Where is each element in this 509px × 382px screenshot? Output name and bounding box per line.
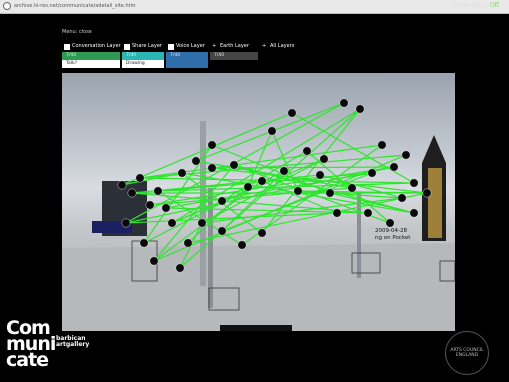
checkbox-icon[interactable]	[124, 43, 130, 50]
sublist-item	[166, 60, 208, 68]
address-url[interactable]: archive.hi-res.net/communicate/adetail_s…	[14, 1, 135, 12]
graph-node[interactable]	[167, 218, 177, 228]
graph-node[interactable]	[197, 218, 207, 228]
arts-council-logo: ARTS COUNCIL ENGLAND	[445, 331, 489, 375]
graph-node[interactable]	[347, 183, 357, 193]
truncation-toggle[interactable]: Truncation: Off	[453, 2, 499, 9]
graph-node[interactable]	[397, 193, 407, 203]
graph-node[interactable]	[377, 140, 387, 150]
graph-node[interactable]	[302, 146, 312, 156]
voice-sublist: 7/40	[166, 52, 208, 68]
tab-earth-layer[interactable]: + Earth Layer	[210, 42, 258, 51]
truncation-label: Truncation:	[452, 2, 488, 9]
scene-graphics	[62, 98, 455, 331]
graph-node[interactable]	[332, 208, 342, 218]
conversation-sublist: 7/40 Talk?	[62, 52, 120, 68]
graph-node[interactable]	[363, 208, 373, 218]
share-sublist: 7/40 Drawing	[122, 52, 164, 68]
graph-node[interactable]	[145, 200, 155, 210]
scene-floor	[62, 243, 455, 331]
graph-node[interactable]	[243, 182, 253, 192]
graph-node[interactable]	[237, 240, 247, 250]
graph-node[interactable]	[389, 162, 399, 172]
graph-node[interactable]	[127, 188, 137, 198]
tab-label: All Layers	[270, 43, 295, 49]
graph-node[interactable]	[401, 150, 411, 160]
graph-node[interactable]	[257, 176, 267, 186]
tab-label: Conversation Layer	[72, 43, 121, 49]
scene-viewport[interactable]	[62, 73, 455, 331]
tab-share-layer[interactable]: Share Layer	[122, 42, 164, 51]
graph-node[interactable]	[117, 180, 127, 190]
browser-address-bar: archive.hi-res.net/communicate/adetail_s…	[0, 0, 509, 14]
earth-sublist: 7/40	[210, 52, 258, 60]
tab-voice-layer[interactable]: Voice Layer	[166, 42, 208, 51]
graph-node[interactable]	[207, 163, 217, 173]
scene-annotation: 2009-04-28	[375, 228, 407, 234]
sublist-item[interactable]: 7/40	[210, 52, 258, 60]
graph-node[interactable]	[139, 238, 149, 248]
graph-node[interactable]	[293, 186, 303, 196]
graph-node[interactable]	[135, 173, 145, 183]
graph-node[interactable]	[229, 160, 239, 170]
sublist-item[interactable]: Talk?	[62, 60, 120, 68]
plus-icon: +	[212, 43, 217, 49]
checkbox-icon[interactable]	[168, 43, 174, 50]
graph-node[interactable]	[279, 166, 289, 176]
graph-node[interactable]	[149, 256, 159, 266]
graph-node[interactable]	[422, 188, 432, 198]
graph-node[interactable]	[409, 208, 419, 218]
tab-all-layers[interactable]: + All Layers	[260, 42, 306, 51]
graph-node[interactable]	[355, 104, 365, 114]
graph-node[interactable]	[367, 168, 377, 178]
tab-label: Earth Layer	[220, 43, 249, 49]
graph-node[interactable]	[217, 196, 227, 206]
logo-line: cate	[6, 349, 49, 371]
sublist-item[interactable]: Drawing	[122, 60, 164, 68]
graph-node[interactable]	[319, 154, 329, 164]
graph-node[interactable]	[339, 98, 349, 108]
connection-line	[195, 160, 353, 189]
graph-node[interactable]	[161, 203, 171, 213]
graph-node[interactable]	[177, 168, 187, 178]
graph-node[interactable]	[153, 186, 163, 196]
graph-node[interactable]	[183, 238, 193, 248]
graph-node[interactable]	[325, 188, 335, 198]
communicate-logo: Com muni cate	[6, 319, 56, 371]
graph-node[interactable]	[217, 226, 227, 236]
menu-close-link[interactable]: Menu: close	[62, 29, 92, 35]
graph-node[interactable]	[121, 218, 131, 228]
sublist-item[interactable]: 7/40	[122, 52, 164, 60]
graph-node[interactable]	[315, 170, 325, 180]
checkbox-icon[interactable]	[64, 43, 70, 50]
graph-node[interactable]	[257, 228, 267, 238]
tab-label: Share Layer	[132, 43, 162, 49]
page-icon	[3, 2, 11, 10]
sublist-item[interactable]: 7/40	[166, 52, 208, 60]
graph-node[interactable]	[385, 218, 395, 228]
graph-node[interactable]	[191, 156, 201, 166]
graph-node[interactable]	[409, 178, 419, 188]
tab-conversation-layer[interactable]: Conversation Layer	[62, 42, 121, 51]
right-post	[357, 193, 361, 278]
graph-node[interactable]	[287, 108, 297, 118]
barbican-logo: barbican artgallery	[56, 336, 89, 348]
plus-icon: +	[262, 43, 267, 49]
right-tower-lights	[428, 168, 442, 238]
graph-node[interactable]	[175, 263, 185, 273]
logo-sub-line: artgallery	[56, 341, 90, 348]
graph-node[interactable]	[207, 140, 217, 150]
sublist-item[interactable]: 7/40	[62, 52, 120, 60]
graph-node[interactable]	[267, 126, 277, 136]
scene-bottom-bar	[220, 325, 292, 331]
tab-label: Voice Layer	[176, 43, 205, 49]
truncation-value[interactable]: Off	[490, 2, 499, 9]
scene-annotation: ng on Pocket	[375, 235, 411, 241]
